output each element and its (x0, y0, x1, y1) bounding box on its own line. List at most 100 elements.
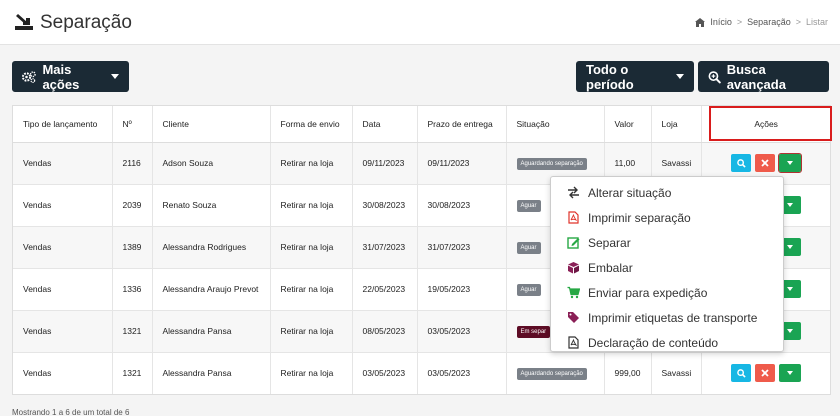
period-button[interactable]: Todo o período (576, 61, 694, 92)
cell-tipo: Vendas (13, 351, 113, 394)
breadcrumb-current: Listar (805, 17, 828, 27)
cell-data: 03/05/2023 (352, 351, 418, 394)
actions-column-highlight (709, 106, 832, 141)
edit-icon (567, 237, 580, 249)
menu-item-label: Declaração de conteúdo (588, 335, 719, 350)
more-row-actions-button[interactable] (779, 364, 802, 383)
status-badge: Aguar (516, 283, 541, 296)
table-header-row: Tipo de lançamento Nº Cliente Forma de e… (13, 106, 830, 143)
menu-item-label: Embalar (588, 260, 633, 275)
view-button[interactable] (731, 154, 752, 172)
caret-down-icon (787, 371, 794, 376)
pdf-icon (568, 211, 579, 224)
cell-cliente: Alessandra Pansa (152, 351, 271, 394)
gears-icon (22, 70, 36, 83)
cell-forma-envio: Retirar na loja (270, 141, 353, 184)
cell-numero: 1321 (112, 351, 153, 394)
cell-data: 30/08/2023 (352, 183, 418, 226)
cell-prazo: 09/11/2023 (417, 141, 507, 184)
header-prazo[interactable]: Prazo de entrega (417, 106, 507, 143)
advanced-search-button[interactable]: Busca avançada (698, 61, 829, 92)
menu-item-label: Separar (588, 235, 631, 250)
header-cliente[interactable]: Cliente (152, 106, 271, 143)
search-icon (736, 368, 746, 378)
caret-down-icon (787, 203, 794, 207)
menu-item-declaracao-conteudo[interactable]: Declaração de conteúdo (551, 330, 783, 355)
cell-forma-envio: Retirar na loja (270, 183, 353, 226)
cell-cliente: Alessandra Rodrigues (152, 225, 271, 268)
cell-cliente: Alessandra Pansa (152, 309, 271, 352)
breadcrumb-home[interactable]: Início (710, 17, 732, 27)
header-tipo[interactable]: Tipo de lançamento (13, 106, 113, 143)
cancel-button[interactable] (755, 364, 776, 383)
cell-tipo: Vendas (13, 141, 113, 184)
cell-data: 08/05/2023 (352, 309, 418, 352)
cell-numero: 2039 (112, 183, 153, 226)
home-icon (695, 17, 706, 27)
menu-item-alterar-situacao[interactable]: Alterar situação (551, 180, 783, 205)
header-valor[interactable]: Valor (604, 106, 652, 143)
cell-acoes (701, 351, 830, 394)
cell-forma-envio: Retirar na loja (270, 225, 353, 268)
breadcrumb-separator: > (736, 17, 743, 27)
cell-numero: 1321 (112, 309, 153, 352)
cell-data: 22/05/2023 (352, 267, 418, 310)
cell-cliente: Alessandra Araujo Prevot (152, 267, 271, 310)
row-actions (702, 153, 830, 173)
cell-prazo: 19/05/2023 (417, 267, 507, 310)
search-plus-icon (708, 70, 721, 83)
close-icon (761, 159, 769, 167)
breadcrumb-separacao[interactable]: Separação (747, 17, 791, 27)
tag-icon (568, 312, 579, 323)
more-row-actions-button[interactable] (778, 153, 803, 173)
header-situacao[interactable]: Situação (506, 106, 605, 143)
table-row[interactable]: Vendas 1321 Alessandra Pansa Retirar na loj… (13, 351, 830, 394)
breadcrumb: Início > Separação > Listar (695, 17, 828, 27)
cell-valor: 999,00 (604, 351, 652, 394)
header-data[interactable]: Data (352, 106, 418, 143)
caret-down-icon (787, 245, 794, 249)
menu-item-embalar[interactable]: Embalar (551, 255, 783, 280)
header-forma-envio[interactable]: Forma de envio (270, 106, 353, 143)
status-badge: Aguar (516, 241, 541, 254)
menu-item-separar[interactable]: Separar (551, 230, 783, 255)
cell-forma-envio: Retirar na loja (270, 309, 353, 352)
status-badge: Aguardando separação (516, 367, 587, 380)
cell-prazo: 30/08/2023 (417, 183, 507, 226)
menu-item-label: Alterar situação (588, 185, 672, 200)
header-loja[interactable]: Loja (651, 106, 703, 143)
cell-prazo: 31/07/2023 (417, 225, 507, 268)
menu-item-enviar-expedicao[interactable]: Enviar para expedição (551, 280, 783, 305)
cell-tipo: Vendas (13, 183, 113, 226)
document-icon (568, 336, 579, 349)
more-actions-label: Mais ações (42, 61, 80, 92)
search-icon (736, 158, 746, 168)
top-bar: Separação Início > Separação > Listar (0, 0, 840, 45)
cell-tipo: Vendas (13, 225, 113, 268)
close-icon (761, 369, 769, 377)
cancel-button[interactable] (755, 154, 776, 172)
more-actions-button[interactable]: Mais ações (12, 61, 129, 92)
cell-data: 09/11/2023 (352, 141, 418, 184)
table-summary: Mostrando 1 a 6 de um total de 6 (12, 408, 130, 416)
cell-tipo: Vendas (13, 267, 113, 310)
header-numero[interactable]: Nº (112, 106, 153, 143)
cell-prazo: 03/05/2023 (417, 309, 507, 352)
cell-forma-envio: Retirar na loja (270, 351, 353, 394)
cell-tipo: Vendas (13, 309, 113, 352)
cell-numero: 2116 (112, 141, 153, 184)
advanced-search-label: Busca avançada (726, 61, 786, 92)
status-badge: Em separ (516, 325, 551, 338)
row-actions (702, 364, 830, 383)
cell-cliente: Renato Souza (152, 183, 271, 226)
cell-cliente: Adson Souza (152, 141, 271, 184)
period-label: Todo o período (586, 61, 634, 92)
menu-item-label: Enviar para expedição (588, 285, 708, 300)
menu-item-imprimir-etiquetas[interactable]: Imprimir etiquetas de transporte (551, 305, 783, 330)
cart-icon (567, 286, 580, 299)
caret-down-icon (676, 74, 684, 79)
menu-item-imprimir-separacao[interactable]: Imprimir separação (551, 205, 783, 230)
cell-loja: Savassi (651, 351, 703, 394)
cell-prazo: 03/05/2023 (417, 351, 507, 394)
view-button[interactable] (731, 364, 752, 383)
